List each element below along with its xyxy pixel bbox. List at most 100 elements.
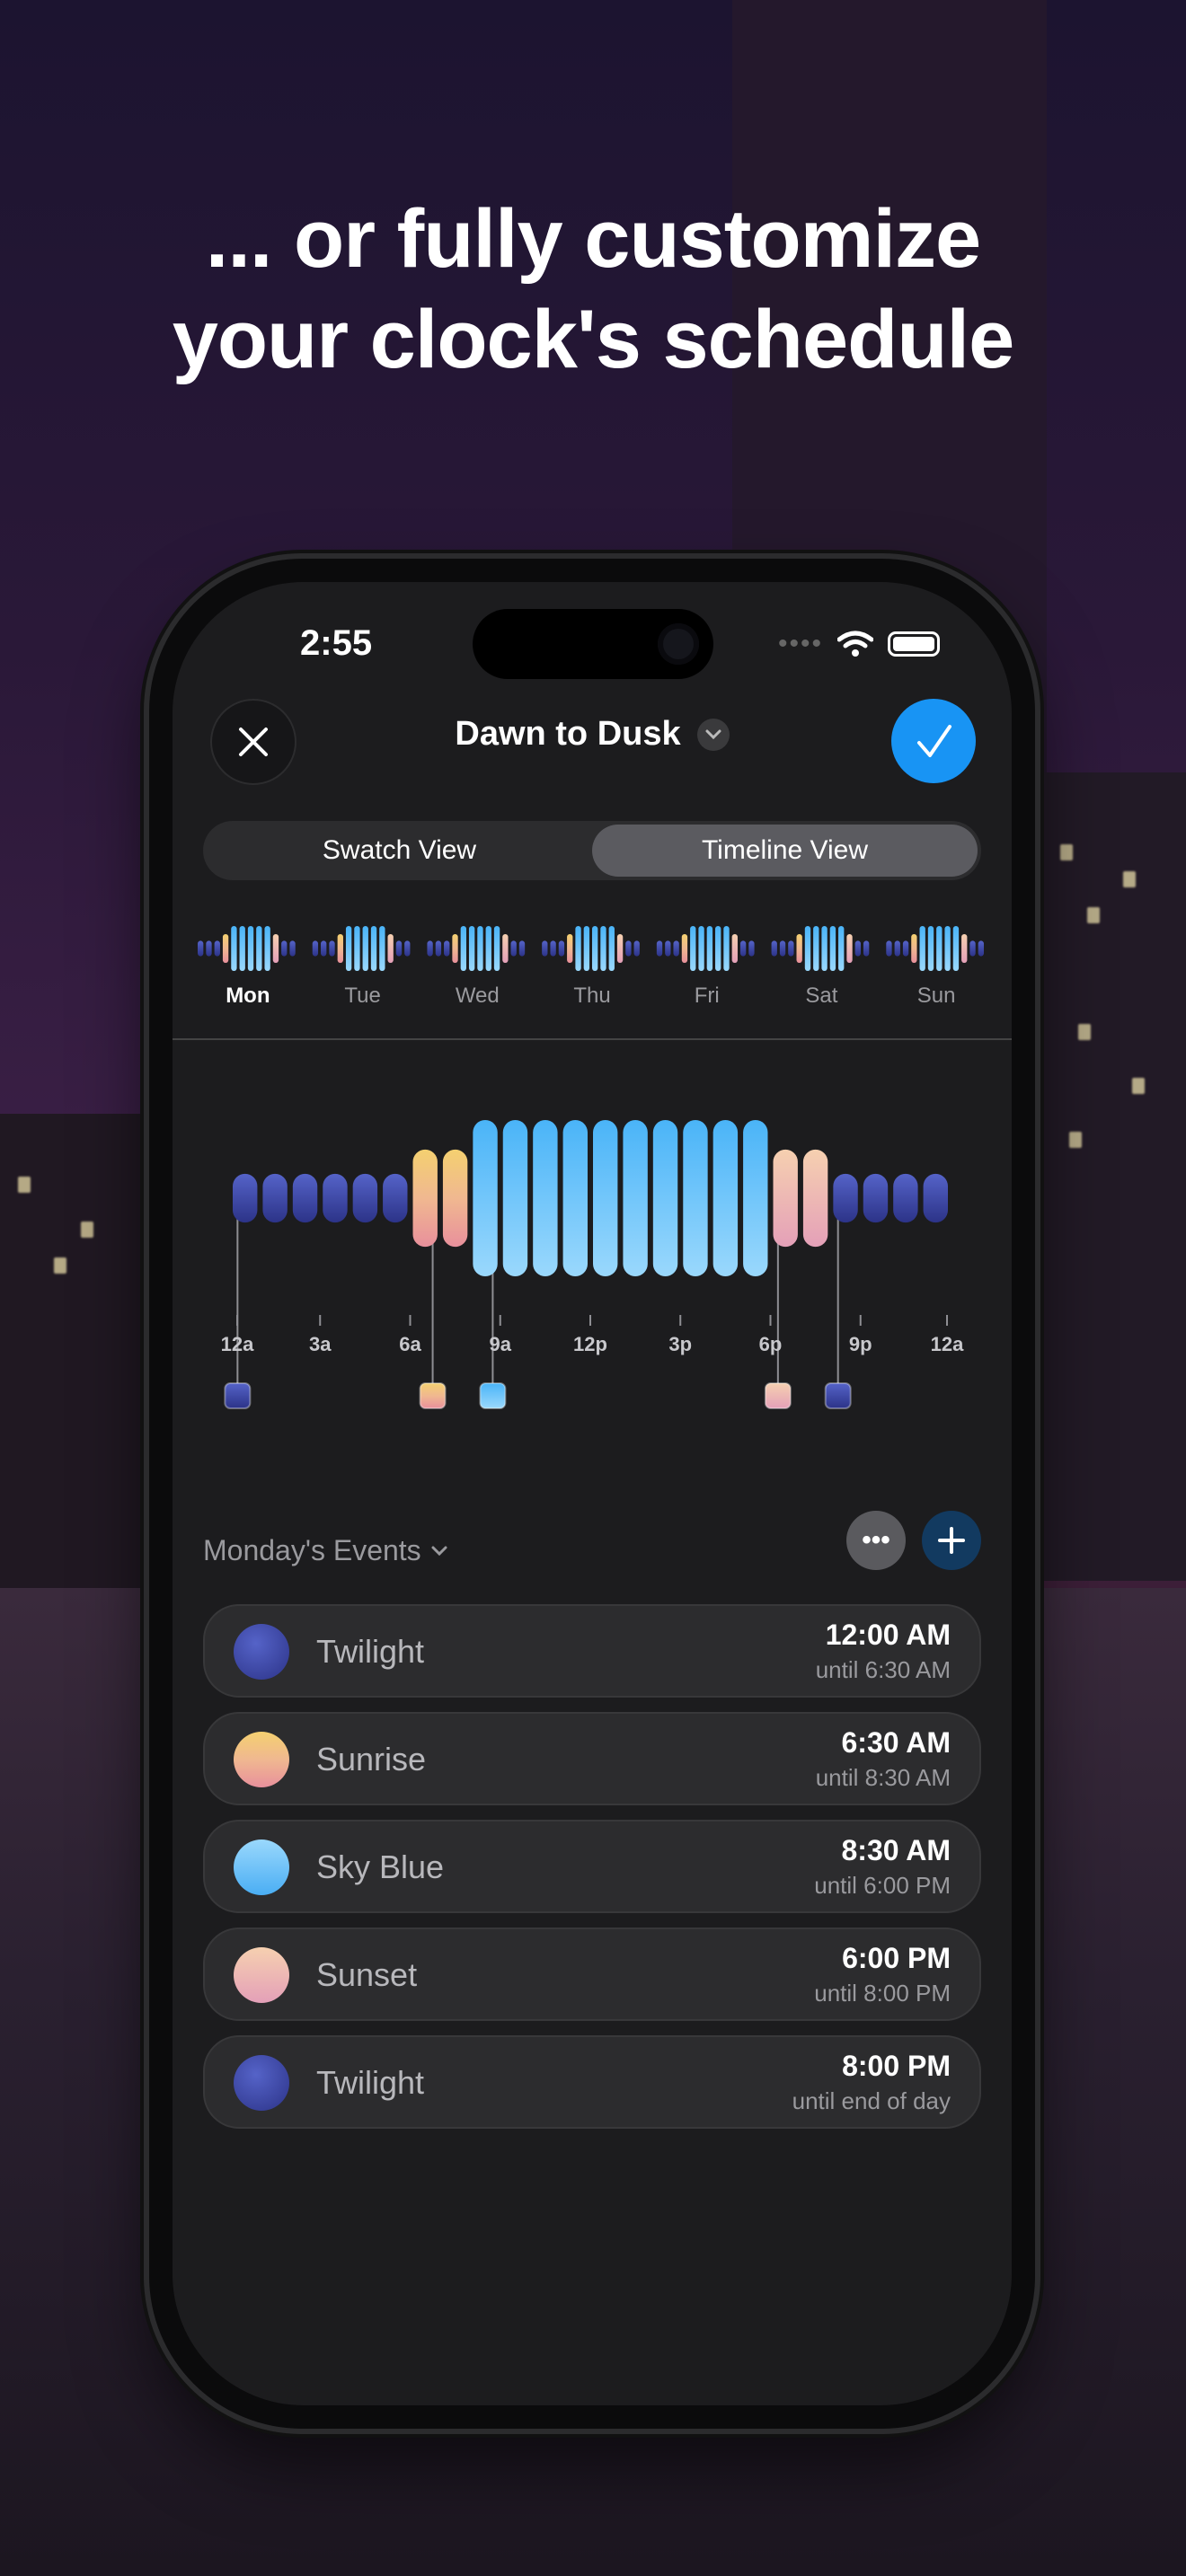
week-day-label: Wed [456, 984, 500, 1008]
event-drag-handle[interactable] [764, 1382, 792, 1409]
timeline-bar [383, 1173, 408, 1223]
event-end-time: until 8:00 PM [814, 1980, 951, 2007]
event-start-time: 8:00 PM [842, 2050, 951, 2082]
week-day-thu[interactable]: Thu [542, 926, 640, 1008]
day-timeline: 12a 3a 6a 9a 12p 3p 6p 9p 12a [221, 1120, 964, 1409]
week-swatch-bar [214, 940, 220, 957]
done-button[interactable] [891, 699, 976, 783]
timeline-tick-label: 12a [931, 1333, 964, 1355]
week-swatch-bar [927, 926, 934, 971]
week-swatch-bar [748, 940, 755, 957]
week-day-sun[interactable]: Sun [886, 926, 985, 1008]
week-day-sat[interactable]: Sat [771, 926, 870, 1008]
timeline-bar [773, 1149, 798, 1248]
more-options-button[interactable]: ••• [846, 1511, 906, 1570]
week-day-mon[interactable]: Mon [198, 926, 296, 1008]
week-swatch-bar [600, 926, 606, 971]
week-swatch-bar [444, 940, 450, 957]
week-swatch-bar [919, 926, 925, 971]
week-day-wed[interactable]: Wed [427, 926, 526, 1008]
week-swatch-bar [978, 940, 985, 957]
timeline-bar [352, 1173, 378, 1223]
event-drag-handle[interactable] [824, 1382, 852, 1409]
week-swatch-bar [337, 934, 343, 963]
background-window-light [1087, 907, 1100, 923]
week-swatch-bar [321, 940, 327, 957]
week-day-label: Thu [573, 984, 610, 1008]
week-swatch-bar [477, 926, 483, 971]
timeline-bar [262, 1173, 288, 1223]
week-swatch-bar [821, 926, 828, 971]
chevron-down-icon [696, 718, 730, 751]
background-window-light [1123, 871, 1136, 887]
status-indicators: •••• [778, 629, 940, 659]
week-swatch-bar [788, 940, 794, 957]
week-day-fri[interactable]: Fri [656, 926, 755, 1008]
event-drag-handle[interactable] [479, 1382, 507, 1409]
week-swatch-bar [829, 926, 836, 971]
event-row[interactable]: Twilight 12:00 AM until 6:30 AM [203, 1604, 981, 1698]
event-name: Twilight [316, 2064, 425, 2101]
week-swatch-bar [329, 940, 335, 957]
week-swatch-bar [493, 926, 500, 971]
week-swatch-bar [387, 934, 394, 963]
week-swatch-bar [272, 934, 279, 963]
week-swatch-bar [796, 934, 802, 963]
week-swatch-bar [665, 940, 671, 957]
timeline-bar [533, 1120, 558, 1276]
event-drag-handle[interactable] [419, 1382, 447, 1409]
week-swatch-bar [379, 926, 385, 971]
week-swatch-bar [739, 940, 747, 957]
timeline-bar [323, 1173, 348, 1223]
week-day-label: Sat [805, 984, 837, 1008]
event-drag-handle[interactable] [224, 1382, 252, 1409]
week-swatch-bar [239, 926, 245, 971]
week-swatch-bar [894, 940, 900, 957]
event-name: Sky Blue [316, 1848, 445, 1885]
background-window-light [81, 1222, 93, 1238]
week-swatch-bar [289, 940, 296, 957]
event-start-time: 8:30 AM [841, 1834, 951, 1866]
week-swatch-bar [370, 926, 377, 971]
plus-icon [938, 1527, 965, 1554]
timeline-bar [233, 1173, 258, 1223]
segment-timeline-view[interactable]: Timeline View [592, 825, 978, 877]
timeline-tick-label: 12a [221, 1333, 254, 1355]
week-swatch-bar [510, 940, 517, 957]
add-event-button[interactable] [922, 1511, 981, 1570]
background-window-light [1060, 844, 1073, 860]
week-swatch-bar [656, 940, 663, 957]
week-swatch-bar [608, 926, 615, 971]
week-swatch-bar [575, 926, 581, 971]
timeline-tick-label: 9p [849, 1333, 872, 1355]
week-swatch-bar [944, 926, 951, 971]
event-row[interactable]: Sunset 6:00 PM until 8:00 PM [203, 1928, 981, 2021]
week-swatch-bar [813, 926, 819, 971]
week-swatch-bar [723, 926, 730, 971]
segment-swatch-view[interactable]: Swatch View [207, 825, 592, 877]
event-name: Twilight [316, 1633, 425, 1670]
event-row[interactable]: Twilight 8:00 PM until end of day [203, 2035, 981, 2129]
week-swatch-bar [206, 940, 212, 957]
event-row[interactable]: Sky Blue 8:30 AM until 6:00 PM [203, 1820, 981, 1913]
schedule-title-menu[interactable]: Dawn to Dusk [173, 715, 1012, 754]
week-swatch-bar [518, 940, 526, 957]
week-day-tue[interactable]: Tue [312, 926, 411, 1008]
color-swatch [234, 1732, 289, 1787]
week-day-label: Sun [917, 984, 956, 1008]
week-swatch-bar [583, 926, 590, 971]
week-day-label: Mon [226, 984, 270, 1008]
week-swatch-bar [706, 926, 713, 971]
week-swatch-bar [264, 926, 270, 971]
week-swatch-bar [625, 940, 632, 957]
week-swatch-bar [404, 940, 411, 957]
event-start-time: 6:30 AM [841, 1726, 951, 1759]
events-day-menu[interactable]: Monday's Events [203, 1534, 448, 1567]
week-swatch-bar [247, 926, 254, 971]
week-swatch-bar [911, 934, 917, 963]
timeline-bar [743, 1120, 768, 1276]
chevron-down-icon [431, 1546, 447, 1556]
event-row[interactable]: Sunrise 6:30 AM until 8:30 AM [203, 1712, 981, 1805]
week-swatch-bar [354, 926, 360, 971]
marketing-headline: ... or fully customize your clock's sche… [0, 189, 1186, 390]
